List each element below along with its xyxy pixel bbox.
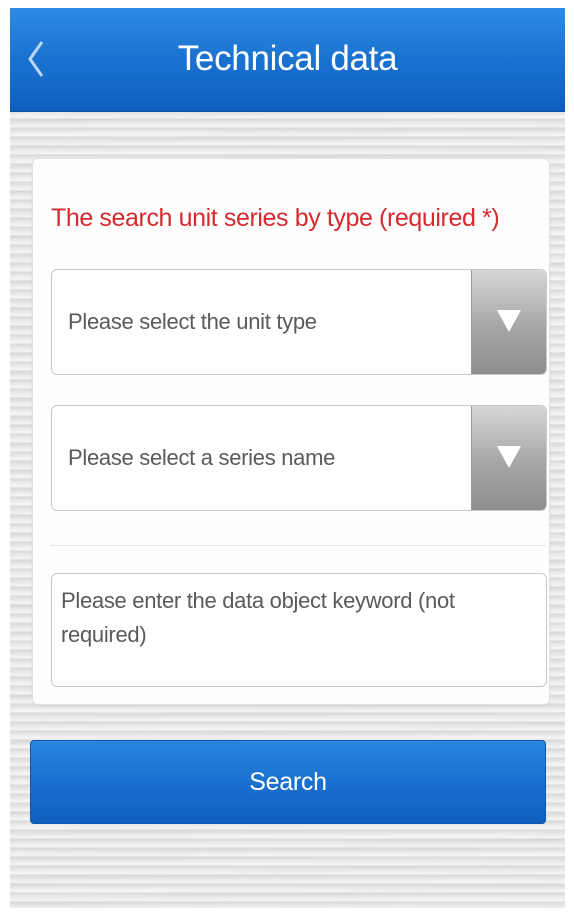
unit-type-select[interactable]: Please select the unit type (51, 269, 547, 375)
header-bar: Technical data (10, 8, 565, 112)
section-title: The search unit series by type (required… (51, 204, 500, 232)
triangle-down-icon (497, 310, 521, 332)
search-button[interactable]: Search (30, 740, 546, 824)
unit-type-dropdown-button[interactable] (471, 270, 546, 374)
keyword-input[interactable] (51, 573, 547, 687)
divider (51, 545, 545, 546)
unit-type-placeholder: Please select the unit type (68, 309, 317, 334)
search-form-card: The search unit series by type (required… (32, 158, 550, 705)
series-name-placeholder: Please select a series name (68, 445, 336, 470)
page-title: Technical data (177, 39, 398, 78)
series-name-select[interactable]: Please select a series name (51, 405, 547, 511)
technical-data-screen: Technical data The search unit series by… (10, 8, 565, 908)
series-name-dropdown-button[interactable] (471, 406, 546, 510)
triangle-down-icon (497, 446, 521, 468)
